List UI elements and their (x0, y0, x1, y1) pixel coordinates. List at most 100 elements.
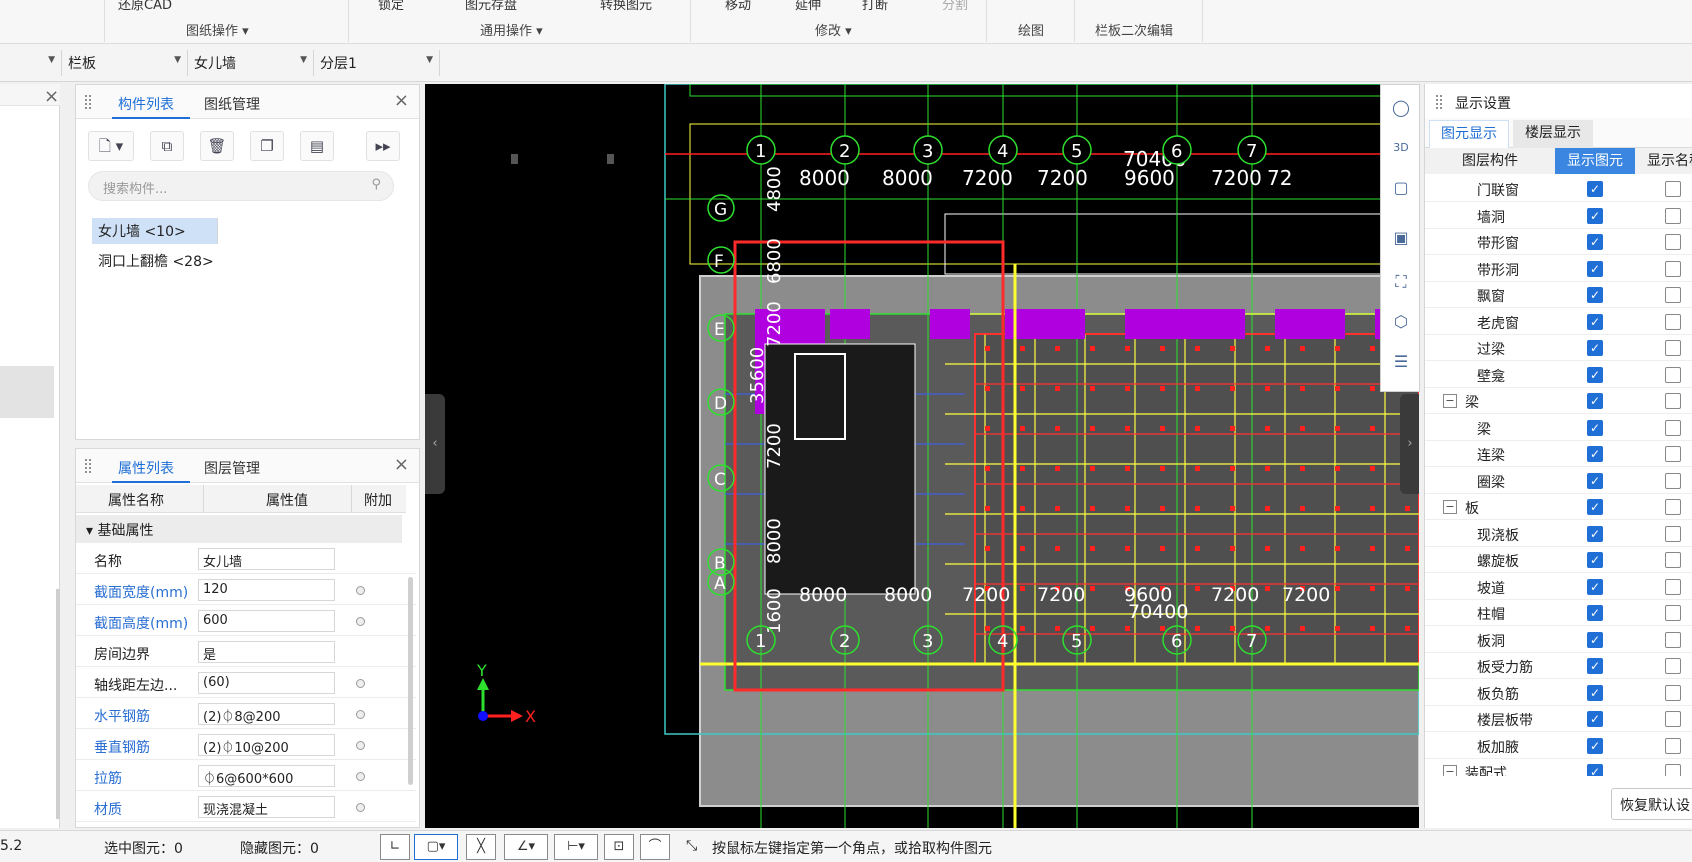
layer-row[interactable]: 板加腋 ✓ (1425, 733, 1692, 759)
tab-element-display[interactable]: 图元显示 (1429, 120, 1509, 148)
show-element-checkbox[interactable]: ✓ (1587, 181, 1603, 197)
extend-button[interactable]: 延伸 (795, 0, 821, 13)
collapse-icon[interactable]: − (1443, 500, 1457, 514)
property-value-field[interactable]: (60) (198, 672, 335, 694)
show-name-checkbox[interactable] (1665, 234, 1681, 250)
category-select[interactable]: 栏板 ▼ (64, 50, 188, 76)
show-element-checkbox[interactable]: ✓ (1587, 658, 1603, 674)
display-settings-icon[interactable]: ☰ (1388, 349, 1414, 375)
show-element-checkbox[interactable]: ✓ (1587, 737, 1603, 754)
scrollbar[interactable] (408, 577, 413, 785)
layer-row[interactable]: − 梁 ✓ (1425, 388, 1692, 414)
orbit-icon[interactable]: ◯ (1388, 95, 1414, 121)
show-element-checkbox[interactable]: ✓ (1587, 711, 1603, 727)
show-name-checkbox[interactable] (1665, 658, 1681, 674)
layer-row[interactable]: 板负筋 ✓ (1425, 680, 1692, 706)
show-name-checkbox[interactable] (1665, 181, 1681, 197)
nav-selected-item[interactable] (0, 366, 54, 418)
show-name-checkbox[interactable] (1665, 472, 1681, 489)
col-show-name[interactable]: 显示名称 (1635, 148, 1692, 174)
show-element-checkbox[interactable]: ✓ (1587, 287, 1603, 303)
extra-checkbox[interactable] (356, 679, 365, 688)
layer-row[interactable]: 板受力筋 ✓ (1425, 653, 1692, 679)
collapse-right-handle[interactable]: › (1400, 394, 1419, 494)
layer-row[interactable]: 门联窗 ✓ (1425, 176, 1692, 202)
fullscreen-icon[interactable]: ⛶ (1388, 269, 1414, 295)
sort-icon[interactable]: ▤ (300, 131, 334, 161)
show-element-checkbox[interactable]: ✓ (1587, 552, 1603, 568)
extra-checkbox[interactable] (356, 617, 365, 626)
ortho-icon[interactable]: ∟ (380, 834, 410, 860)
close-icon[interactable]: × (394, 454, 409, 475)
layer-row[interactable]: 过梁 ✓ (1425, 335, 1692, 361)
table-row[interactable]: 材质 现浇混凝土 (76, 793, 416, 822)
close-icon[interactable]: × (394, 90, 409, 111)
show-element-checkbox[interactable]: ✓ (1587, 525, 1603, 542)
drag-handle-icon[interactable] (84, 94, 92, 110)
col-show-element[interactable]: 显示图元 (1555, 148, 1635, 174)
cube-fill-icon[interactable]: ▣ (1388, 225, 1414, 251)
dynamic-input-icon[interactable]: ⊡ (604, 834, 634, 860)
extra-checkbox[interactable] (356, 772, 365, 781)
show-element-checkbox[interactable]: ✓ (1587, 578, 1603, 595)
break-button[interactable]: 打断 (862, 0, 888, 13)
layer-row[interactable]: 墙洞 ✓ (1425, 203, 1692, 229)
tab-floor-display[interactable]: 楼层显示 (1513, 120, 1593, 148)
extra-checkbox[interactable] (356, 803, 365, 812)
show-name-checkbox[interactable] (1665, 631, 1681, 648)
curve-icon[interactable]: ⌒ (640, 834, 670, 860)
layer-row[interactable]: 楼层板带 ✓ (1425, 706, 1692, 732)
table-row[interactable]: 拉筋 ⏀6@600*600 (76, 762, 416, 791)
table-row[interactable]: 垂直钢筋 (2)⏀10@200 (76, 731, 416, 760)
show-name-checkbox[interactable] (1665, 499, 1681, 515)
list-item[interactable]: 洞口上翻檐 <28> (92, 248, 220, 274)
drag-handle-icon[interactable] (1435, 94, 1443, 110)
show-element-checkbox[interactable]: ✓ (1587, 340, 1603, 356)
show-element-checkbox[interactable]: ✓ (1587, 419, 1603, 436)
show-element-checkbox[interactable]: ✓ (1587, 631, 1603, 648)
show-element-checkbox[interactable]: ✓ (1587, 234, 1603, 250)
search-icon[interactable]: ⚲ (371, 177, 381, 192)
property-value-field[interactable]: 600 (198, 610, 335, 632)
tab-layer-management[interactable]: 图层管理 (204, 458, 260, 478)
show-name-checkbox[interactable] (1665, 313, 1681, 330)
show-element-checkbox[interactable]: ✓ (1587, 499, 1603, 515)
group-common-ops[interactable]: 通用操作 ▾ (480, 20, 543, 39)
show-name-checkbox[interactable] (1665, 684, 1681, 701)
layer-row[interactable]: 圈梁 ✓ (1425, 468, 1692, 494)
layer-row[interactable]: − 装配式 ✓ (1425, 759, 1692, 776)
tab-component-list[interactable]: 构件列表 (118, 94, 174, 114)
show-element-checkbox[interactable]: ✓ (1587, 472, 1603, 489)
search-input[interactable]: 搜索构件... ⚲ (88, 171, 394, 201)
layer-select[interactable]: 分层1 ▼ (316, 50, 440, 76)
show-name-checkbox[interactable] (1665, 366, 1681, 383)
show-name-checkbox[interactable] (1665, 737, 1681, 754)
layer-row[interactable]: 柱帽 ✓ (1425, 600, 1692, 626)
layer-row[interactable]: 梁 ✓ (1425, 415, 1692, 441)
layer-row[interactable]: 螺旋板 ✓ (1425, 547, 1692, 573)
layer-row[interactable]: 老虎窗 ✓ (1425, 309, 1692, 335)
group-modify[interactable]: 修改 ▾ (815, 20, 852, 39)
property-value-field[interactable]: 女儿墙 (198, 548, 335, 570)
show-name-checkbox[interactable] (1665, 419, 1681, 436)
copy-icon[interactable]: ⧉ (150, 131, 184, 161)
tab-drawing-management[interactable]: 图纸管理 (204, 94, 260, 114)
cross-icon[interactable]: ╳ (466, 834, 496, 860)
scrollbar[interactable] (56, 589, 60, 819)
layer-row[interactable]: 壁龛 ✓ (1425, 362, 1692, 388)
table-row[interactable]: 截面高度(mm) 600 (76, 607, 416, 636)
layer-row[interactable]: 板洞 ✓ (1425, 627, 1692, 653)
convert-element-button[interactable]: 转换图元 (600, 0, 652, 13)
lock-button[interactable]: 锁定 (378, 0, 404, 13)
close-icon[interactable]: × (44, 86, 59, 107)
show-name-checkbox[interactable] (1665, 711, 1681, 727)
property-value-field[interactable]: 是 (198, 641, 335, 663)
view-3d-icon[interactable]: 3D (1388, 135, 1414, 161)
show-name-checkbox[interactable] (1665, 393, 1681, 409)
table-row[interactable]: 名称 女儿墙 (76, 545, 416, 574)
cad-drawing[interactable]: 8000 8000 7200 7200 9600 7200 728000 8000 7200 72… (425, 84, 1419, 828)
move-button[interactable]: 移动 (725, 0, 751, 13)
table-row[interactable]: 截面宽度(mm) 120 (76, 576, 416, 605)
layer-row[interactable]: 现浇板 ✓ (1425, 521, 1692, 547)
property-value-field[interactable]: 120 (198, 579, 335, 601)
